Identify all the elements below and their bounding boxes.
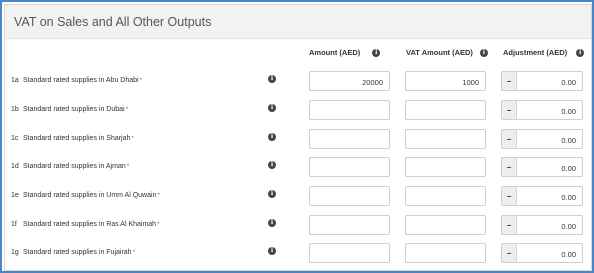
row-code: 1g bbox=[11, 249, 19, 256]
panel-title: VAT on Sales and All Other Outputs bbox=[14, 14, 212, 29]
table-row: 1f Standard rated supplies in Ras Al Kha… bbox=[5, 215, 591, 237]
column-header-adjustment-label: Adjustment (AED) bbox=[503, 48, 568, 57]
info-icon[interactable]: i bbox=[268, 247, 276, 255]
row-code: 1a bbox=[11, 77, 19, 84]
vat-amount-input[interactable] bbox=[405, 215, 486, 235]
table-row: 1b Standard rated supplies in Dubai* i −… bbox=[5, 100, 591, 122]
amount-input[interactable] bbox=[309, 129, 390, 149]
adjustment-input[interactable]: 0.00 bbox=[517, 72, 582, 90]
minus-sign-button[interactable]: − bbox=[502, 72, 517, 90]
row-label-text: Standard rated supplies in Ajman bbox=[23, 163, 126, 170]
row-code: 1d bbox=[11, 163, 19, 170]
column-header-vat-amount: VAT Amount (AED) i bbox=[406, 48, 488, 57]
row-label-text: Standard rated supplies in Sharjah bbox=[23, 135, 131, 142]
info-icon[interactable]: i bbox=[372, 48, 381, 57]
vat-amount-input[interactable]: 1000 bbox=[405, 71, 486, 91]
adjustment-input[interactable]: 0.00 bbox=[517, 244, 582, 262]
adjustment-field: − 0.00 bbox=[501, 129, 583, 149]
info-icon[interactable]: i bbox=[268, 190, 276, 198]
info-icon[interactable]: i bbox=[479, 48, 488, 57]
minus-sign-button[interactable]: − bbox=[502, 216, 517, 234]
minus-sign-button[interactable]: − bbox=[502, 187, 517, 205]
required-marker: * bbox=[131, 135, 134, 142]
column-header-adjustment: Adjustment (AED) i bbox=[503, 48, 585, 57]
row-label-text: Standard rated supplies in Dubai bbox=[23, 106, 125, 113]
adjustment-input[interactable]: 0.00 bbox=[517, 158, 582, 176]
adjustment-input[interactable]: 0.00 bbox=[517, 130, 582, 148]
required-marker: * bbox=[157, 192, 160, 199]
row-label-text: Standard rated supplies in Abu Dhabi bbox=[23, 77, 139, 84]
table-row: 1g Standard rated supplies in Fujairah* … bbox=[5, 243, 591, 265]
row-code: 1b bbox=[11, 106, 19, 113]
adjustment-input[interactable]: 0.00 bbox=[517, 216, 582, 234]
adjustment-field: − 0.00 bbox=[501, 243, 583, 263]
info-icon[interactable]: i bbox=[268, 75, 276, 83]
row-label: Standard rated supplies in Abu Dhabi* bbox=[23, 77, 142, 84]
adjustment-field: − 0.00 bbox=[501, 100, 583, 120]
amount-input[interactable] bbox=[309, 100, 390, 120]
row-label-text: Standard rated supplies in Umm Al Quwain bbox=[23, 192, 157, 199]
amount-input[interactable] bbox=[309, 243, 390, 263]
table-row: 1c Standard rated supplies in Sharjah* i… bbox=[5, 129, 591, 151]
adjustment-field: − 0.00 bbox=[501, 71, 583, 91]
row-label-text: Standard rated supplies in Ras Al Khaima… bbox=[23, 221, 157, 228]
row-label: Standard rated supplies in Ajman* bbox=[23, 163, 129, 170]
required-marker: * bbox=[132, 249, 136, 256]
info-icon[interactable]: i bbox=[268, 133, 276, 141]
minus-sign-button[interactable]: − bbox=[502, 130, 517, 148]
required-marker: * bbox=[125, 106, 129, 113]
row-code: 1f bbox=[11, 221, 17, 228]
row-label-text: Standard rated supplies in Fujairah bbox=[23, 249, 132, 256]
row-code: 1c bbox=[11, 135, 19, 142]
vat-amount-input[interactable] bbox=[405, 243, 486, 263]
screenshot-frame: VAT on Sales and All Other Outputs Amoun… bbox=[0, 0, 594, 273]
adjustment-field: − 0.00 bbox=[501, 157, 583, 177]
table-row: 1e Standard rated supplies in Umm Al Quw… bbox=[5, 186, 591, 208]
adjustment-input[interactable]: 0.00 bbox=[517, 187, 582, 205]
amount-input[interactable]: 20000 bbox=[309, 71, 390, 91]
vat-amount-input[interactable] bbox=[405, 186, 486, 206]
amount-input[interactable] bbox=[309, 157, 390, 177]
row-label: Standard rated supplies in Umm Al Quwain… bbox=[23, 192, 160, 199]
required-marker: * bbox=[126, 163, 130, 170]
info-icon[interactable]: i bbox=[268, 104, 276, 112]
info-icon[interactable]: i bbox=[268, 161, 276, 169]
vat-amount-input[interactable] bbox=[405, 100, 486, 120]
row-label: Standard rated supplies in Dubai* bbox=[23, 106, 128, 113]
info-icon[interactable]: i bbox=[576, 48, 585, 57]
adjustment-input[interactable]: 0.00 bbox=[517, 101, 582, 119]
minus-sign-button[interactable]: − bbox=[502, 158, 517, 176]
vat-outputs-panel: VAT on Sales and All Other Outputs Amoun… bbox=[4, 4, 592, 271]
table-row: 1d Standard rated supplies in Ajman* i −… bbox=[5, 157, 591, 179]
row-label: Standard rated supplies in Fujairah* bbox=[23, 249, 135, 256]
column-header-amount: Amount (AED) i bbox=[309, 48, 381, 57]
required-marker: * bbox=[139, 77, 143, 84]
column-header-amount-label: Amount (AED) bbox=[309, 48, 361, 57]
row-label: Standard rated supplies in Sharjah* bbox=[23, 135, 134, 142]
minus-sign-button[interactable]: − bbox=[502, 244, 517, 262]
row-code: 1e bbox=[11, 192, 19, 199]
minus-sign-button[interactable]: − bbox=[502, 101, 517, 119]
info-icon[interactable]: i bbox=[268, 219, 276, 227]
column-header-vat-amount-label: VAT Amount (AED) bbox=[406, 48, 473, 57]
vat-amount-input[interactable] bbox=[405, 129, 486, 149]
panel-header: VAT on Sales and All Other Outputs bbox=[5, 5, 591, 39]
vat-amount-input[interactable] bbox=[405, 157, 486, 177]
adjustment-field: − 0.00 bbox=[501, 186, 583, 206]
amount-input[interactable] bbox=[309, 215, 390, 235]
amount-input[interactable] bbox=[309, 186, 390, 206]
row-label: Standard rated supplies in Ras Al Khaima… bbox=[23, 221, 160, 228]
adjustment-field: − 0.00 bbox=[501, 215, 583, 235]
table-row: 1a Standard rated supplies in Abu Dhabi*… bbox=[5, 71, 591, 93]
required-marker: * bbox=[157, 221, 160, 228]
